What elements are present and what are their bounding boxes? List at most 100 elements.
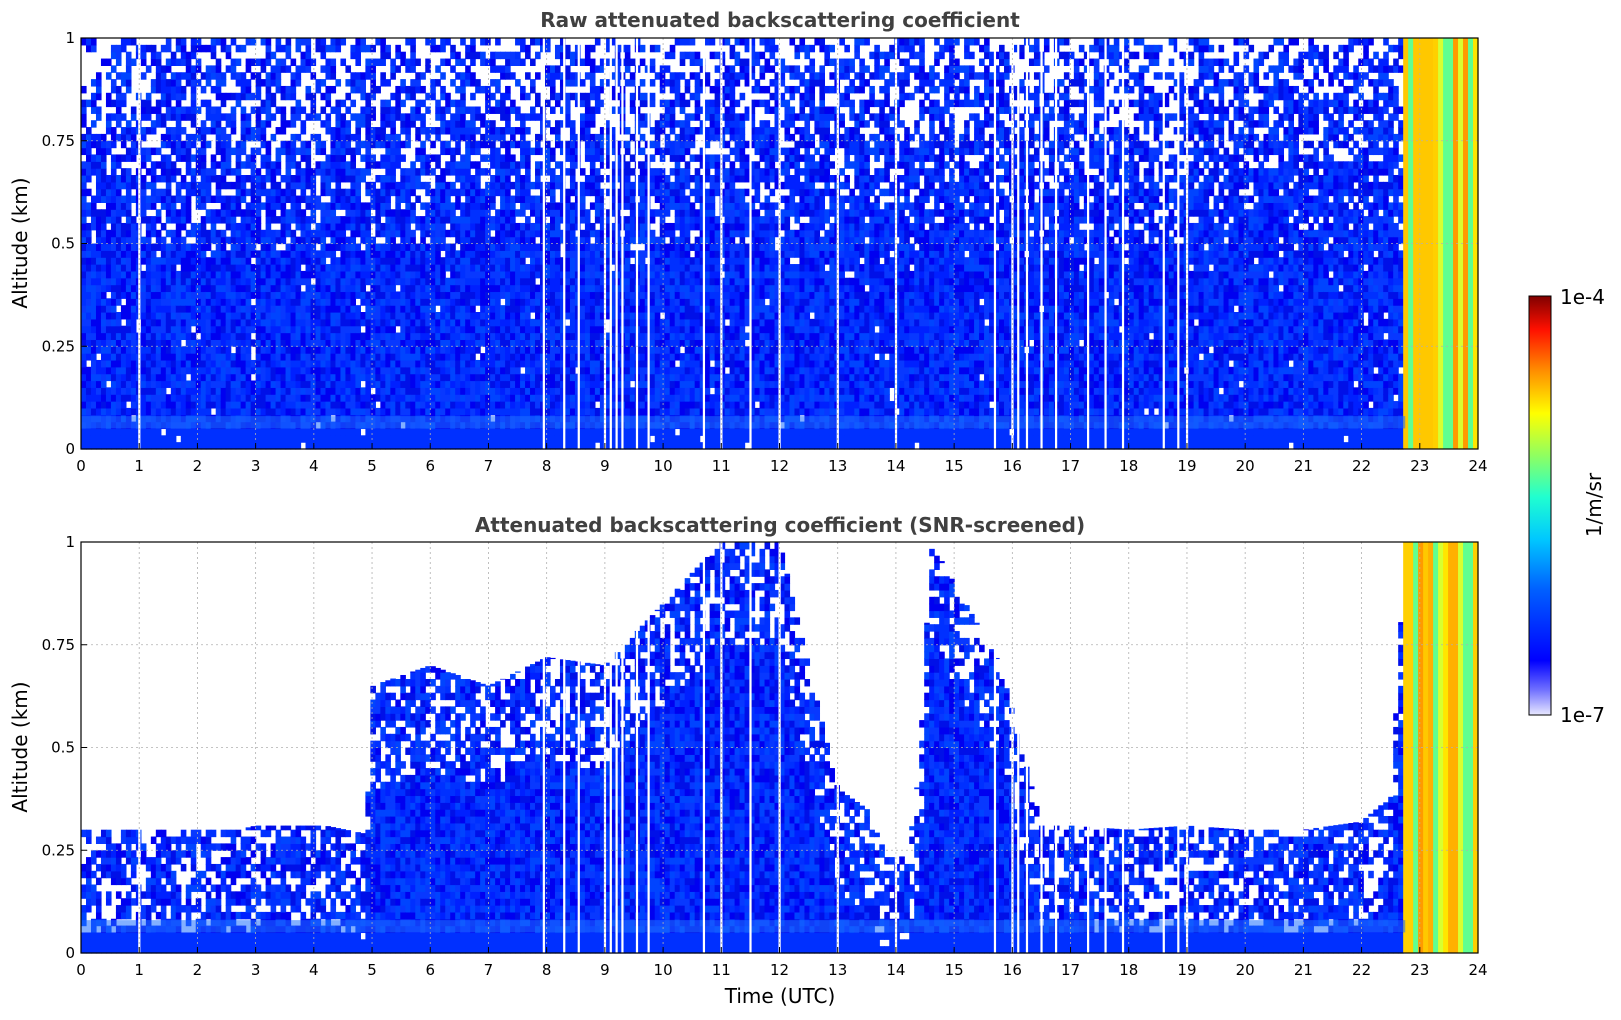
heatmap-cell	[271, 264, 277, 271]
heatmap-cell	[206, 182, 212, 189]
heatmap-cell	[440, 360, 446, 367]
heatmap-cell	[365, 148, 371, 155]
heatmap-cell	[81, 148, 87, 155]
heatmap-cell	[505, 154, 511, 161]
heatmap-cell	[520, 209, 526, 216]
heatmap-cell	[500, 161, 506, 168]
heatmap-cell	[121, 45, 127, 52]
heatmap-cell	[236, 72, 242, 79]
heatmap-cell	[246, 367, 252, 374]
heatmap-cell	[520, 326, 526, 333]
heatmap-cell	[465, 312, 471, 319]
heatmap-cell	[216, 257, 222, 264]
heatmap-cell	[495, 346, 501, 353]
heatmap-cell	[455, 257, 461, 264]
heatmap-cell	[286, 38, 292, 45]
heatmap-cell	[266, 168, 272, 175]
heatmap-cell	[380, 175, 386, 182]
heatmap-cell	[475, 113, 481, 120]
heatmap-cell	[415, 216, 421, 223]
heatmap-cell	[480, 134, 486, 141]
heatmap-cell	[131, 333, 137, 340]
heatmap-cell	[565, 52, 571, 59]
heatmap-cell	[485, 394, 491, 401]
heatmap-cell	[86, 45, 92, 52]
heatmap-cell	[191, 346, 197, 353]
heatmap-cell	[196, 182, 202, 189]
heatmap-cell	[271, 428, 277, 435]
heatmap-cell	[430, 230, 436, 237]
heatmap-cell	[420, 216, 426, 223]
heatmap-cell	[340, 38, 346, 45]
heatmap-cell	[480, 333, 486, 340]
heatmap-cell	[156, 100, 162, 107]
heatmap-cell	[256, 175, 262, 182]
heatmap-cell	[565, 312, 571, 319]
heatmap-cell	[131, 196, 137, 203]
heatmap-cell	[151, 305, 157, 312]
heatmap-cell	[191, 353, 197, 360]
heatmap-cell	[525, 346, 531, 353]
heatmap-cell	[510, 72, 516, 79]
heatmap-cell	[525, 168, 531, 175]
heatmap-cell	[256, 305, 262, 312]
heatmap-cell	[500, 196, 506, 203]
heatmap-cell	[206, 113, 212, 120]
heatmap-cell	[345, 65, 351, 72]
heatmap-cell	[550, 168, 556, 175]
heatmap-cell	[365, 65, 371, 72]
heatmap-cell	[370, 65, 376, 72]
heatmap-cell	[430, 237, 436, 244]
heatmap-cell	[545, 305, 551, 312]
heatmap-cell	[455, 202, 461, 209]
heatmap-cell	[176, 230, 182, 237]
heatmap-cell	[81, 100, 87, 107]
heatmap-cell	[335, 381, 341, 388]
heatmap-cell	[121, 394, 127, 401]
heatmap-cell	[460, 374, 466, 381]
heatmap-cell	[256, 113, 262, 120]
heatmap-cell	[201, 319, 207, 326]
heatmap-cell	[420, 291, 426, 298]
heatmap-cell	[580, 435, 586, 442]
heatmap-cell	[201, 264, 207, 271]
heatmap-cell	[146, 408, 152, 415]
heatmap-cell	[365, 59, 371, 66]
heatmap-cell	[505, 175, 511, 182]
heatmap-cell	[296, 339, 302, 346]
heatmap-cell	[266, 367, 272, 374]
heatmap-cell	[81, 244, 87, 251]
heatmap-cell	[495, 435, 501, 442]
heatmap-cell	[121, 154, 127, 161]
heatmap-cell	[156, 312, 162, 319]
heatmap-cell	[490, 244, 496, 251]
heatmap-cell	[365, 387, 371, 394]
heatmap-cell	[545, 312, 551, 319]
heatmap-cell	[490, 285, 496, 292]
heatmap-cell	[545, 285, 551, 292]
heatmap-cell	[106, 141, 112, 148]
heatmap-cell	[81, 120, 87, 127]
heatmap-cell	[186, 79, 192, 86]
heatmap-cell	[340, 312, 346, 319]
heatmap-cell	[415, 79, 421, 86]
heatmap-cell	[296, 271, 302, 278]
heatmap-cell	[345, 196, 351, 203]
heatmap-cell	[315, 360, 321, 367]
heatmap-cell	[186, 209, 192, 216]
heatmap-cell	[161, 271, 167, 278]
heatmap-cell	[306, 148, 312, 155]
heatmap-cell	[271, 189, 277, 196]
heatmap-cell	[226, 374, 232, 381]
heatmap-cell	[525, 196, 531, 203]
heatmap-cell	[555, 428, 561, 435]
heatmap-cell	[91, 216, 97, 223]
heatmap-cell	[350, 237, 356, 244]
heatmap-cell	[325, 428, 331, 435]
heatmap-cell	[365, 278, 371, 285]
heatmap-cell	[306, 291, 312, 298]
heatmap-cell	[146, 100, 152, 107]
heatmap-cell	[410, 257, 416, 264]
heatmap-cell	[246, 216, 252, 223]
heatmap-cell	[281, 339, 287, 346]
